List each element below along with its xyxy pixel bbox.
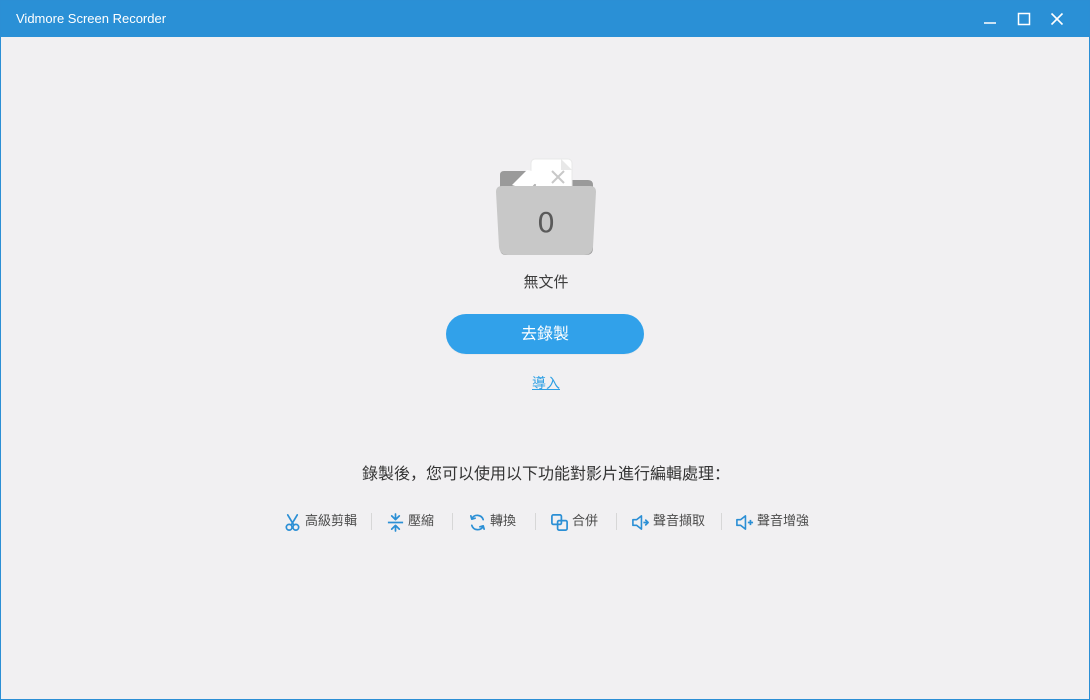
close-icon — [1050, 12, 1064, 26]
empty-state-label: 無文件 — [523, 273, 569, 291]
tool-divider — [371, 513, 372, 530]
import-link[interactable]: 導入 — [521, 375, 571, 393]
go-record-button[interactable]: 去錄製 — [446, 314, 644, 354]
merge-label: 合併 — [572, 514, 599, 529]
compress-icon — [387, 512, 404, 532]
scissors-icon — [285, 513, 300, 531]
compress-label: 壓縮 — [408, 514, 435, 529]
audio-extract-label: 聲音擷取 — [653, 514, 706, 529]
convert-tool[interactable]: 轉換 — [468, 511, 516, 533]
close-button[interactable] — [1040, 1, 1074, 37]
merge-icon — [551, 513, 568, 531]
advanced-trim-label: 高級剪輯 — [305, 514, 358, 529]
file-count: 0 — [537, 206, 555, 239]
audio-enhance-icon — [736, 514, 754, 530]
audio-enhance-tool[interactable]: 聲音增強 — [735, 511, 809, 533]
maximize-icon — [1017, 12, 1031, 26]
tool-divider — [452, 513, 453, 530]
tool-divider — [616, 513, 617, 530]
title-bar[interactable]: Vidmore Screen Recorder — [1, 1, 1089, 37]
minimize-icon — [984, 22, 996, 24]
tool-divider — [535, 513, 536, 530]
advanced-trim-tool[interactable]: 高級剪輯 — [283, 511, 357, 533]
features-prompt: 錄製後，您可以使用以下功能對影片進行編輯處理： — [361, 464, 730, 483]
tool-divider — [721, 513, 722, 530]
merge-tool[interactable]: 合併 — [550, 511, 598, 533]
convert-label: 轉換 — [490, 514, 517, 529]
app-title: Vidmore Screen Recorder — [16, 11, 167, 26]
audio-enhance-label: 聲音增強 — [757, 514, 810, 529]
convert-icon — [469, 513, 486, 531]
maximize-button[interactable] — [1007, 1, 1041, 37]
minimize-button[interactable] — [973, 1, 1007, 37]
empty-folder-icon: 0 — [492, 147, 600, 259]
compress-tool[interactable]: 壓縮 — [386, 511, 434, 533]
audio-extract-tool[interactable]: 聲音擷取 — [631, 511, 705, 533]
app-window: Vidmore Screen Recorder 0 無文件 去錄製 導入 錄製後… — [0, 0, 1090, 700]
audio-extract-icon — [632, 514, 649, 530]
